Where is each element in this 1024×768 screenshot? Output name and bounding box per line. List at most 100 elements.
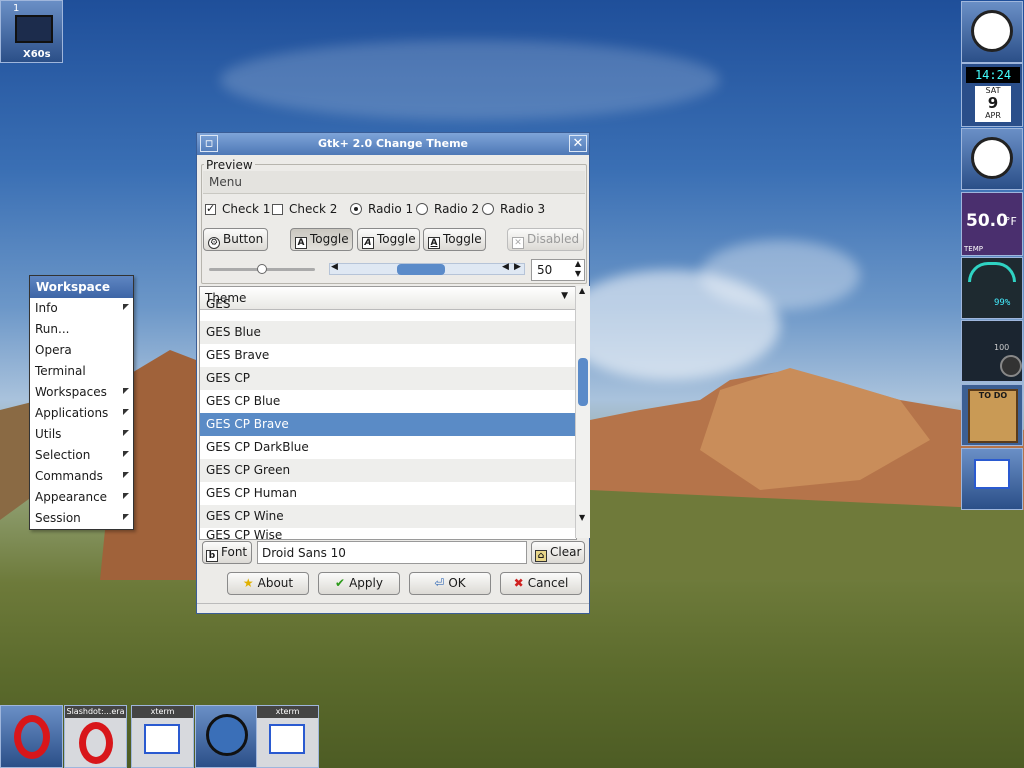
- theme-row[interactable]: GES: [200, 298, 576, 314]
- theme-name: GES CP Brave: [206, 417, 289, 431]
- volume-knob-icon[interactable]: [1000, 355, 1022, 377]
- radio1-radio[interactable]: [350, 203, 362, 215]
- cancel-icon: ✕: [512, 237, 524, 249]
- spin-button[interactable]: 50 ▲ ▼: [531, 259, 585, 281]
- theme-row[interactable]: GES CP Wine: [200, 505, 576, 528]
- radio2-label: Radio 2: [434, 202, 480, 216]
- submenu-arrow-icon: [123, 430, 129, 436]
- font-button[interactable]: b Font: [202, 541, 252, 564]
- ok-label: OK: [448, 576, 466, 590]
- menu-item-run[interactable]: Run...: [30, 319, 133, 340]
- enter-icon: ⏎: [434, 576, 445, 590]
- toggle-button-1[interactable]: A Toggle: [290, 228, 353, 251]
- workspace-pager[interactable]: 1 X60s: [0, 0, 63, 63]
- volume-dockapp[interactable]: 100: [961, 320, 1023, 382]
- radio3-radio[interactable]: [482, 203, 494, 215]
- window-titlebar[interactable]: ▫ Gtk+ 2.0 Change Theme ✕: [197, 133, 589, 155]
- dock-app-tools[interactable]: [961, 128, 1023, 190]
- dock-app-logo[interactable]: [961, 1, 1023, 63]
- theme-switcher-icon: [206, 714, 248, 756]
- radio1-label: Radio 1: [368, 202, 414, 216]
- font-entry[interactable]: Droid Sans 10: [257, 541, 527, 564]
- submenu-arrow-icon: [123, 514, 129, 520]
- todo-dockapp[interactable]: TO DO: [961, 384, 1023, 446]
- xterm-window-icon-1[interactable]: xterm: [131, 705, 194, 768]
- toggle-button-3[interactable]: A Toggle: [423, 228, 486, 251]
- menu-item-label: Session: [35, 511, 81, 525]
- radio2-radio[interactable]: [416, 203, 428, 215]
- scrollbar-thumb[interactable]: [578, 358, 588, 406]
- scroll-left-icon[interactable]: ◀: [502, 262, 509, 272]
- menu-item-label: Terminal: [35, 364, 86, 378]
- xterm-window-icon-2[interactable]: xterm: [256, 705, 319, 768]
- menu-item-applications[interactable]: Applications: [30, 403, 133, 424]
- theme-list-scrollbar[interactable]: ▲ ▼: [575, 286, 590, 538]
- scroll-right-icon[interactable]: ▶: [514, 262, 521, 272]
- menu-item-appearance[interactable]: Appearance: [30, 487, 133, 508]
- menu-item-utils[interactable]: Utils: [30, 424, 133, 445]
- toggle-button-2[interactable]: A Toggle: [357, 228, 420, 251]
- slashdot-opera-window-icon[interactable]: Slashdot:...era: [64, 705, 127, 768]
- theme-row-selected[interactable]: GES CP Brave: [200, 413, 576, 436]
- workspace-menu: Workspace Info Run... Opera Terminal Wor…: [29, 275, 134, 530]
- windowmaker-logo-icon: [971, 10, 1013, 52]
- theme-row[interactable]: GES CP Wise: [200, 528, 576, 539]
- hscale-handle[interactable]: [257, 264, 267, 274]
- menu-item-opera[interactable]: Opera: [30, 340, 133, 361]
- ok-button[interactable]: ⏎ OK: [409, 572, 491, 595]
- opera-appicon[interactable]: [0, 705, 63, 768]
- menu-label[interactable]: Menu: [209, 175, 242, 189]
- apply-button[interactable]: ✔ Apply: [318, 572, 400, 595]
- menu-item-label: Opera: [35, 343, 72, 357]
- menu-item-terminal[interactable]: Terminal: [30, 361, 133, 382]
- theme-row[interactable]: GES CP DarkBlue: [200, 436, 576, 459]
- theme-name: GES CP Wise: [206, 528, 283, 539]
- miniwindow-title: xterm: [132, 706, 193, 718]
- theme-app-icon[interactable]: [195, 705, 258, 768]
- clear-button[interactable]: ⌂ Clear: [531, 541, 585, 564]
- menu-title: Workspace: [30, 276, 133, 298]
- temperature-unit: °F: [1005, 215, 1017, 228]
- theme-row[interactable]: GES CP Green: [200, 459, 576, 482]
- theme-row[interactable]: GES Brave: [200, 344, 576, 367]
- apply-label: Apply: [349, 576, 383, 590]
- theme-list[interactable]: Theme ▼ GES GES Blue GES Brave GES CP GE…: [199, 286, 577, 540]
- menu-item-commands[interactable]: Commands: [30, 466, 133, 487]
- theme-row[interactable]: GES CP Human: [200, 482, 576, 505]
- theme-row[interactable]: GES CP: [200, 367, 576, 390]
- volume-level: 100: [994, 343, 1010, 352]
- checkmark-icon: ✓: [206, 202, 216, 215]
- about-button[interactable]: ★ About: [227, 572, 309, 595]
- theme-row[interactable]: GES CP Blue: [200, 390, 576, 413]
- preview-button[interactable]: ⚙ Button: [203, 228, 268, 251]
- battery-dockapp: 99%: [961, 257, 1023, 319]
- button-label: Button: [223, 232, 264, 246]
- spin-up-icon[interactable]: ▲: [575, 259, 581, 268]
- close-button[interactable]: ✕: [569, 135, 587, 152]
- scroll-up-icon[interactable]: ▲: [579, 286, 585, 295]
- scroll-down-icon[interactable]: ▼: [579, 513, 585, 522]
- menu-item-session[interactable]: Session: [30, 508, 133, 529]
- dock-app-xterm[interactable]: [961, 448, 1023, 510]
- gear-icon: ⚙: [208, 237, 220, 249]
- temperature-value: 50.0: [966, 211, 1008, 231]
- miniwindow-title: Slashdot:...era: [65, 706, 126, 718]
- menu-item-selection[interactable]: Selection: [30, 445, 133, 466]
- temperature-dockapp: 50.0 °F TEMP: [961, 192, 1023, 256]
- check1-checkbox[interactable]: ✓: [205, 202, 216, 215]
- opera-icon: [14, 715, 50, 759]
- miniwindow-title: xterm: [257, 706, 318, 718]
- check2-checkbox[interactable]: [272, 204, 283, 215]
- spin-down-icon[interactable]: ▼: [575, 269, 581, 278]
- menu-item-workspaces[interactable]: Workspaces: [30, 382, 133, 403]
- scroll-left-icon[interactable]: ◀: [331, 262, 338, 272]
- submenu-arrow-icon: [123, 472, 129, 478]
- theme-row[interactable]: GES Blue: [200, 321, 576, 344]
- menu-item-label: Workspaces: [35, 385, 107, 399]
- hscrollbar-thumb[interactable]: [397, 264, 445, 275]
- cancel-button[interactable]: ✖ Cancel: [500, 572, 582, 595]
- laptop-icon: [15, 15, 53, 43]
- monitor-icon: [269, 724, 305, 754]
- menu-item-label: Appearance: [35, 490, 108, 504]
- menu-item-info[interactable]: Info: [30, 298, 133, 319]
